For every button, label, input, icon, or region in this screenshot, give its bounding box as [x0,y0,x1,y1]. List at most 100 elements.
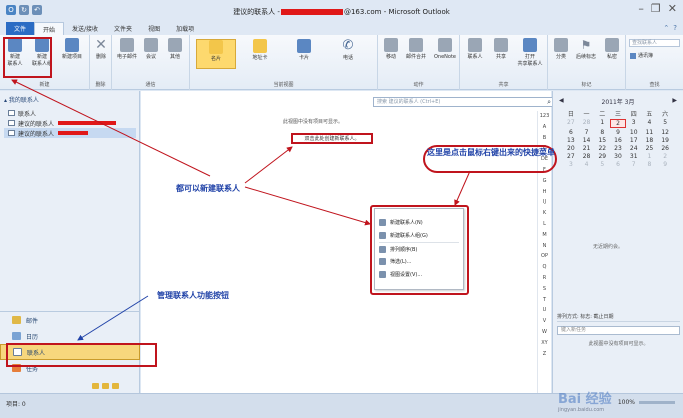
meeting-button[interactable]: 会议 [142,38,160,61]
task-sort-header[interactable]: 排列方式: 标志: 截止日期 [557,313,680,322]
next-month-icon[interactable]: ▶ [672,97,677,106]
zoom-slider[interactable] [639,401,675,404]
folder-contacts[interactable]: 联系人 [4,108,136,118]
calendar-day[interactable]: 5 [657,119,673,128]
calendar-day[interactable]: 28 [579,119,595,128]
tab-view[interactable]: 视图 [140,22,168,35]
calendar-day[interactable]: 7 [579,129,595,136]
calendar-day[interactable]: 3 [626,119,642,128]
calendar-day[interactable]: 14 [579,137,595,144]
nav-mail[interactable]: 邮件 [0,312,140,328]
view-address-card-button[interactable]: 地址卡 [242,39,278,62]
calendar-day[interactable]: 27 [563,153,579,160]
my-contacts-header[interactable]: ▴ 我的联系人 [4,95,136,104]
alpha-tab[interactable]: T [543,295,546,306]
calendar-day[interactable]: 25 [642,145,658,152]
calendar-day[interactable]: 8 [594,129,610,136]
nav-calendar[interactable]: 日历 [0,328,140,344]
calendar-day[interactable]: 22 [594,145,610,152]
alpha-tab[interactable]: 123 [540,111,550,122]
mail-merge-button[interactable]: 邮件合并 [404,38,428,61]
calendar-day[interactable]: 4 [579,161,595,168]
email-button[interactable]: 电子邮件 [115,38,139,61]
alpha-tab[interactable]: OP [541,251,548,262]
alpha-tab[interactable]: S [543,284,546,295]
more-button[interactable]: 其他 [164,38,186,61]
private-button[interactable]: 私密 [602,38,622,61]
alpha-tab[interactable]: W [542,327,547,338]
calendar-day[interactable]: 23 [610,145,626,152]
menu-arrange-by[interactable]: 排列顺序(B) [379,242,459,255]
calendar-day[interactable]: 1 [642,153,658,160]
contact-search-input[interactable]: 搜索 建议的联系人 (Ctrl+E) ⌕ [373,97,554,107]
menu-filter[interactable]: 筛选(L)... [379,255,459,268]
calendar-day[interactable]: 1 [594,119,610,128]
calendar-day[interactable]: 3 [563,161,579,168]
create-contact-link[interactable]: 双击此处创建新联系人。 [291,133,373,144]
close-button[interactable]: ✕ [668,3,677,14]
new-items-button[interactable]: 新建项目 [58,38,86,61]
calendar-day[interactable]: 17 [626,137,642,144]
nav-shortcuts[interactable] [92,383,119,389]
alpha-tab[interactable]: B [543,133,546,144]
menu-new-contact-group[interactable]: 新建联系人组(G) [379,229,459,242]
calendar-day[interactable]: 21 [579,145,595,152]
calendar-day[interactable]: 19 [657,137,673,144]
alpha-tab[interactable]: M [542,230,546,241]
calendar-day[interactable]: 12 [657,129,673,136]
calendar-day[interactable]: 9 [610,129,626,136]
alpha-tab[interactable]: Q [543,262,547,273]
calendar-day[interactable]: 11 [642,129,658,136]
shortcuts-icon[interactable] [112,383,119,389]
ribbon-collapse-icon[interactable]: ⌃ [663,24,669,32]
alpha-tab[interactable]: K [543,208,546,219]
open-shared-contacts-button[interactable]: 打开 共享联系人 [515,38,545,68]
calendar-day[interactable]: 28 [579,153,595,160]
alpha-tab[interactable]: V [543,316,546,327]
calendar-day[interactable]: 6 [563,129,579,136]
tab-folder[interactable]: 文件夹 [106,22,140,35]
prev-month-icon[interactable]: ◀ [559,97,564,106]
move-button[interactable]: 移动 [381,38,401,61]
minimize-button[interactable]: – [638,3,644,14]
alpha-tab[interactable]: G [543,176,547,187]
calendar-day[interactable]: 27 [563,119,579,128]
alpha-tab[interactable]: N [543,241,547,252]
search-icon[interactable]: ⌕ [547,98,551,106]
folder-icon[interactable] [102,383,109,389]
alpha-tab[interactable]: IJ [543,197,546,208]
calendar-day[interactable]: 31 [626,153,642,160]
address-book-button[interactable]: 通讯簿 [630,52,653,59]
alpha-tab[interactable]: L [543,219,546,230]
tab-send-receive[interactable]: 发送/接收 [64,22,106,35]
calendar-day[interactable]: 13 [563,137,579,144]
delete-button[interactable]: ✕ 删除 [92,38,110,61]
view-card-button[interactable]: 卡片 [286,39,322,62]
alpha-tab[interactable]: H [543,187,547,198]
categorize-button[interactable]: 分类 [551,38,571,61]
notes-icon[interactable] [92,383,99,389]
calendar-day[interactable]: 6 [610,161,626,168]
view-business-card-button[interactable]: 名片 [196,39,236,69]
calendar-day[interactable]: 16 [610,137,626,144]
share-contacts-button[interactable]: 共享 [490,38,512,61]
view-phone-button[interactable]: ✆ 电话 [330,39,366,62]
alpha-tab[interactable]: U [543,305,547,316]
calendar-day[interactable]: 2 [657,153,673,160]
menu-view-settings[interactable]: 视图设置(V)... [379,268,459,281]
onenote-button[interactable]: OneNote [432,38,458,61]
alpha-tab[interactable]: XY [541,338,547,349]
new-task-input[interactable]: 键入新任务 [557,326,680,335]
calendar-day[interactable]: 20 [563,145,579,152]
calendar-day[interactable]: 10 [626,129,642,136]
folder-suggested-contacts-2[interactable]: 建议的联系人 [4,128,136,138]
menu-new-contact[interactable]: 新建联系人(N) [379,216,459,229]
alpha-tab[interactable]: R [543,273,546,284]
calendar-day[interactable]: 24 [626,145,642,152]
calendar-day[interactable]: 7 [626,161,642,168]
calendar-day[interactable]: 26 [657,145,673,152]
tab-home[interactable]: 开始 [34,22,65,35]
alpha-tab[interactable]: A [543,122,546,133]
calendar-day[interactable]: 5 [594,161,610,168]
calendar-day[interactable]: 18 [642,137,658,144]
